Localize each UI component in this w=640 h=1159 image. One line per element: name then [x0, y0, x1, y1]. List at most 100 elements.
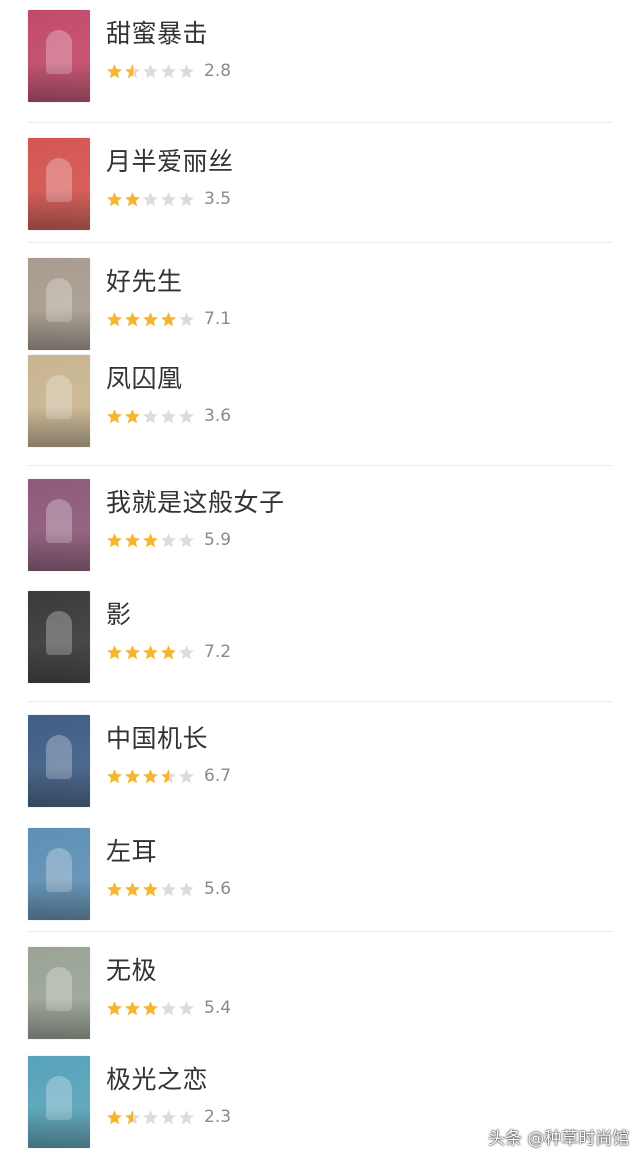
star-icon	[160, 63, 177, 80]
star-rating	[106, 881, 196, 898]
star-icon	[106, 311, 123, 328]
rating-score: 5.9	[204, 530, 232, 550]
movie-title[interactable]: 左耳	[106, 837, 157, 867]
rating-row: 5.9	[106, 531, 231, 549]
rating-row: 5.4	[106, 999, 231, 1017]
rating-score: 3.6	[204, 406, 232, 426]
star-icon	[124, 881, 141, 898]
poster-image[interactable]	[28, 138, 90, 230]
star-icon	[142, 63, 159, 80]
divider	[28, 701, 613, 702]
star-icon	[142, 644, 159, 661]
star-rating	[106, 191, 196, 208]
star-icon	[142, 311, 159, 328]
rating-row: 7.1	[106, 310, 231, 328]
rating-row: 3.6	[106, 407, 231, 425]
star-icon	[106, 881, 123, 898]
star-icon	[106, 191, 123, 208]
rating-row: 3.5	[106, 190, 231, 208]
divider	[28, 242, 613, 243]
star-icon	[142, 1000, 159, 1017]
rating-score: 5.4	[204, 998, 232, 1018]
star-icon	[106, 644, 123, 661]
star-icon	[142, 768, 159, 785]
star-icon	[124, 768, 141, 785]
star-rating	[106, 532, 196, 549]
star-icon	[142, 1109, 159, 1126]
rating-row: 2.3	[106, 1108, 231, 1126]
movie-title[interactable]: 影	[106, 600, 132, 630]
poster-image[interactable]	[28, 479, 90, 571]
movie-list: 甜蜜暴击 2.8 月半爱丽丝 3.5 好先生 7.1 凤囚凰 3.6 我就是这般女子 5.9 影 7.…	[0, 0, 640, 1159]
star-icon	[160, 768, 177, 785]
star-icon	[178, 311, 195, 328]
rating-score: 5.6	[204, 879, 232, 899]
rating-row: 5.6	[106, 880, 231, 898]
poster-image[interactable]	[28, 10, 90, 102]
star-icon	[106, 1000, 123, 1017]
star-icon	[142, 408, 159, 425]
star-icon	[178, 408, 195, 425]
star-icon	[124, 644, 141, 661]
rating-score: 7.1	[204, 309, 232, 329]
star-rating	[106, 408, 196, 425]
rating-score: 7.2	[204, 642, 232, 662]
star-icon	[106, 1109, 123, 1126]
star-icon	[124, 63, 141, 80]
star-icon	[178, 1000, 195, 1017]
star-icon	[106, 532, 123, 549]
star-icon	[106, 768, 123, 785]
star-icon	[178, 191, 195, 208]
star-icon	[124, 1109, 141, 1126]
star-icon	[160, 532, 177, 549]
star-rating	[106, 1109, 196, 1126]
rating-score: 6.7	[204, 766, 232, 786]
star-icon	[160, 881, 177, 898]
star-icon	[106, 63, 123, 80]
star-rating	[106, 1000, 196, 1017]
rating-row: 2.8	[106, 62, 231, 80]
poster-image[interactable]	[28, 715, 90, 807]
rating-score: 2.8	[204, 61, 232, 81]
star-icon	[124, 408, 141, 425]
poster-image[interactable]	[28, 947, 90, 1039]
star-icon	[106, 408, 123, 425]
movie-title[interactable]: 好先生	[106, 267, 183, 297]
star-icon	[142, 191, 159, 208]
star-icon	[124, 191, 141, 208]
movie-title[interactable]: 凤囚凰	[106, 364, 183, 394]
star-icon	[160, 1000, 177, 1017]
star-icon	[160, 191, 177, 208]
poster-image[interactable]	[28, 355, 90, 447]
rating-score: 3.5	[204, 189, 232, 209]
movie-title[interactable]: 极光之恋	[106, 1065, 208, 1095]
rating-score: 2.3	[204, 1107, 232, 1127]
watermark: 头条 @种草时尚馆	[488, 1129, 630, 1149]
movie-title[interactable]: 月半爱丽丝	[106, 147, 234, 177]
poster-image[interactable]	[28, 828, 90, 920]
movie-title[interactable]: 无极	[106, 956, 157, 986]
star-icon	[142, 532, 159, 549]
rating-row: 6.7	[106, 767, 231, 785]
poster-image[interactable]	[28, 591, 90, 683]
poster-image[interactable]	[28, 1056, 90, 1148]
star-icon	[178, 644, 195, 661]
star-icon	[160, 644, 177, 661]
star-rating	[106, 63, 196, 80]
star-icon	[178, 768, 195, 785]
star-icon	[178, 63, 195, 80]
divider	[28, 931, 613, 932]
star-icon	[178, 532, 195, 549]
movie-title[interactable]: 甜蜜暴击	[106, 19, 208, 49]
star-icon	[178, 881, 195, 898]
star-icon	[178, 1109, 195, 1126]
star-rating	[106, 768, 196, 785]
movie-title[interactable]: 我就是这般女子	[106, 488, 285, 518]
star-icon	[160, 311, 177, 328]
star-icon	[160, 1109, 177, 1126]
poster-image[interactable]	[28, 258, 90, 350]
divider	[28, 122, 613, 123]
movie-title[interactable]: 中国机长	[106, 724, 208, 754]
rating-row: 7.2	[106, 643, 231, 661]
star-icon	[124, 1000, 141, 1017]
